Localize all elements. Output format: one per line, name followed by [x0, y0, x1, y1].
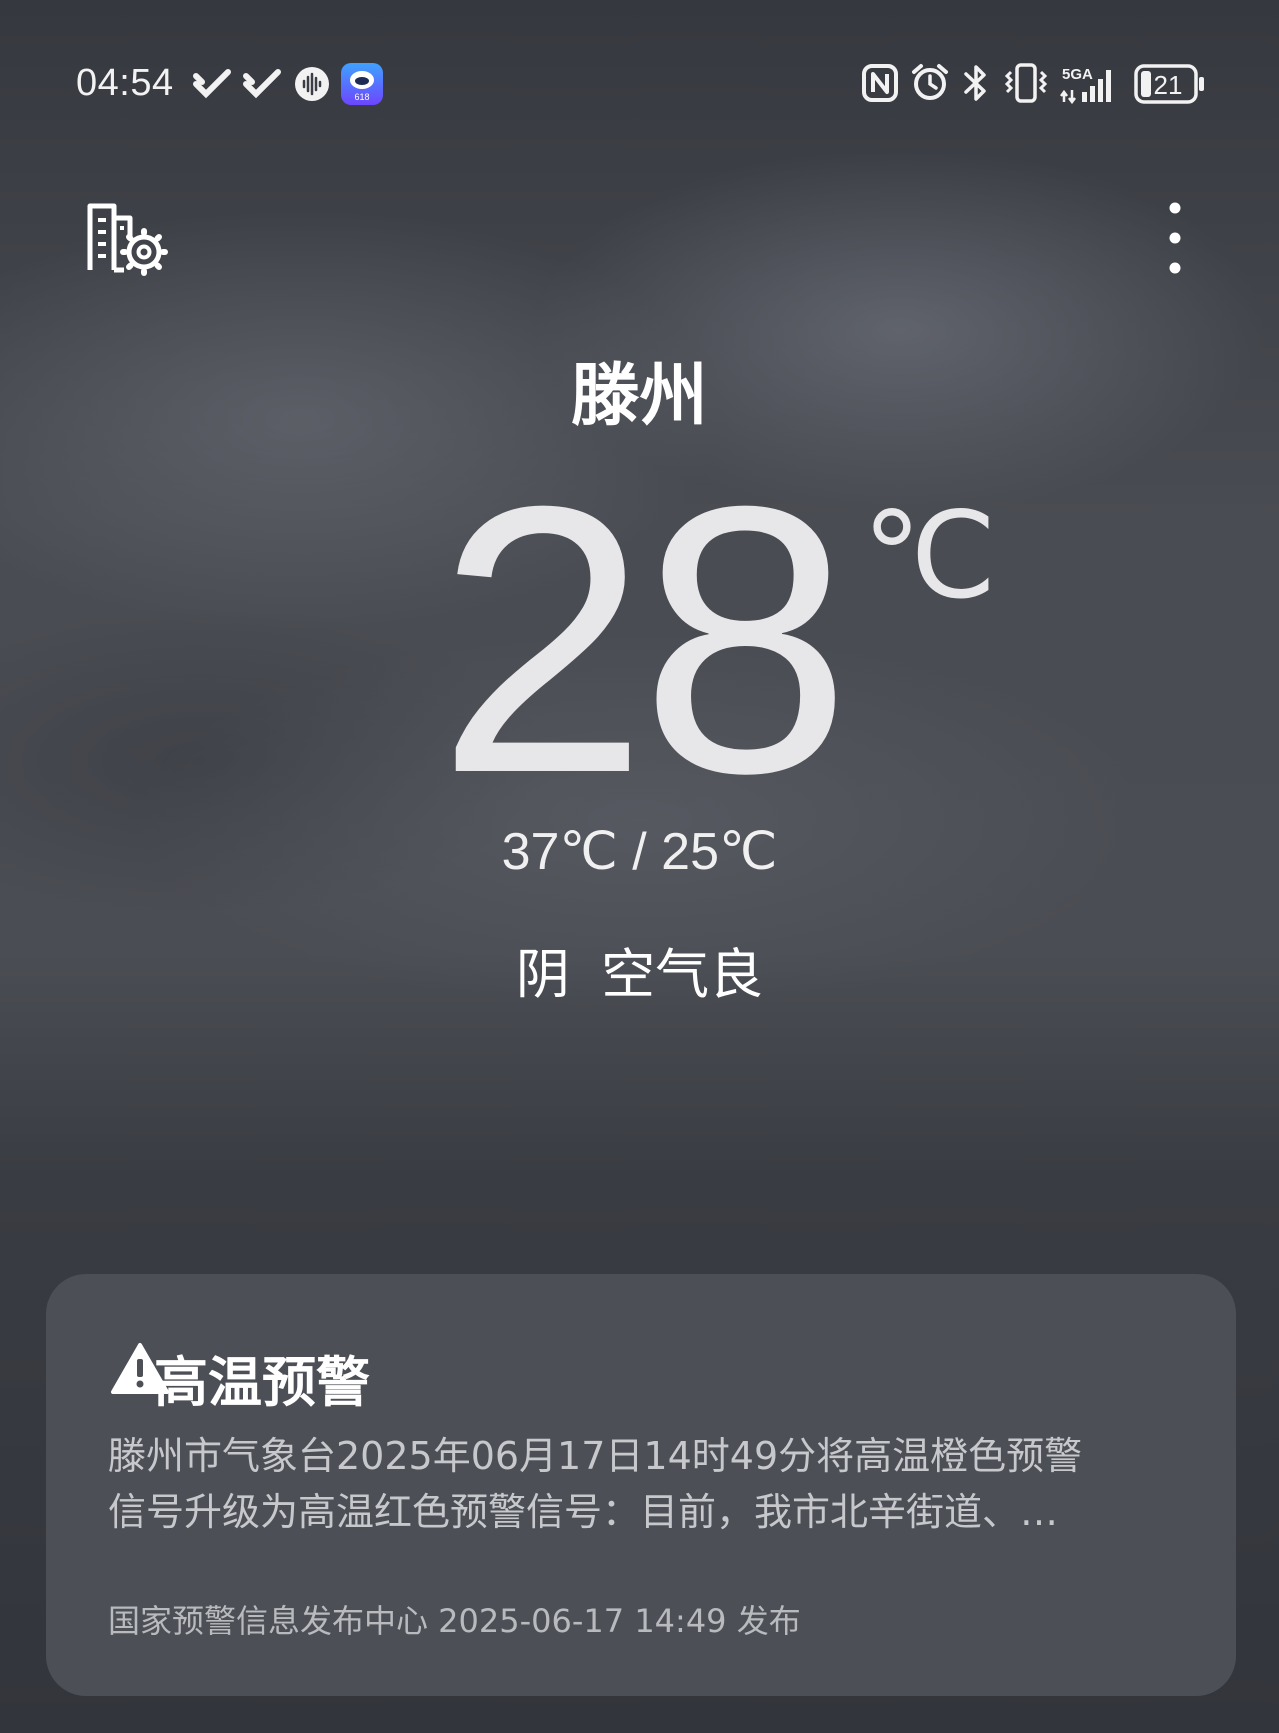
vibrate-icon	[1004, 63, 1048, 103]
app-notification-icon	[193, 69, 231, 99]
weather-condition: 阴 空气良	[0, 930, 1279, 1009]
svg-text:21: 21	[1154, 70, 1183, 100]
air-quality-text: 空气良	[601, 943, 764, 1006]
alert-text-line: 滕州市气象台2025年06月17日14时49分将高温橙色预警	[108, 1434, 1083, 1478]
more-vert-icon	[1169, 202, 1181, 274]
status-bar: 04:54 618 5GA 21	[0, 0, 1279, 120]
bluetooth-icon	[964, 65, 986, 101]
alert-description: 滕州市气象台2025年06月17日14时49分将高温橙色预警 信号升级为高温红色…	[108, 1428, 1168, 1540]
app-notification-icon	[243, 69, 281, 99]
nfc-icon	[862, 64, 898, 102]
audio-recording-icon	[295, 67, 329, 101]
city-management-button[interactable]	[84, 200, 170, 276]
temperature-unit: ℃	[862, 489, 997, 623]
alarm-icon	[912, 64, 948, 100]
condition-text: 阴	[515, 943, 570, 1006]
more-options-button[interactable]	[1160, 196, 1190, 280]
svg-text:618: 618	[354, 92, 369, 102]
shopping-app-icon: 618	[341, 63, 383, 105]
current-temperature: 28	[436, 427, 852, 852]
battery-icon: 21	[1134, 64, 1204, 104]
alert-source: 国家预警信息发布中心 2025-06-17 14:49 发布	[108, 1602, 801, 1640]
svg-text:5GA: 5GA	[1062, 66, 1093, 83]
status-time: 04:54	[76, 62, 174, 104]
alert-text-line: 信号升级为高温红色预警信号：目前，我市北辛街道、…	[108, 1490, 1059, 1534]
city-settings-icon	[87, 203, 168, 276]
temperature-range: 37℃ / 25℃	[501, 823, 778, 881]
city-name: 滕州	[571, 357, 708, 436]
alert-title: 高温预警	[154, 1351, 370, 1414]
cellular-signal-icon: 5GA	[1060, 66, 1111, 104]
